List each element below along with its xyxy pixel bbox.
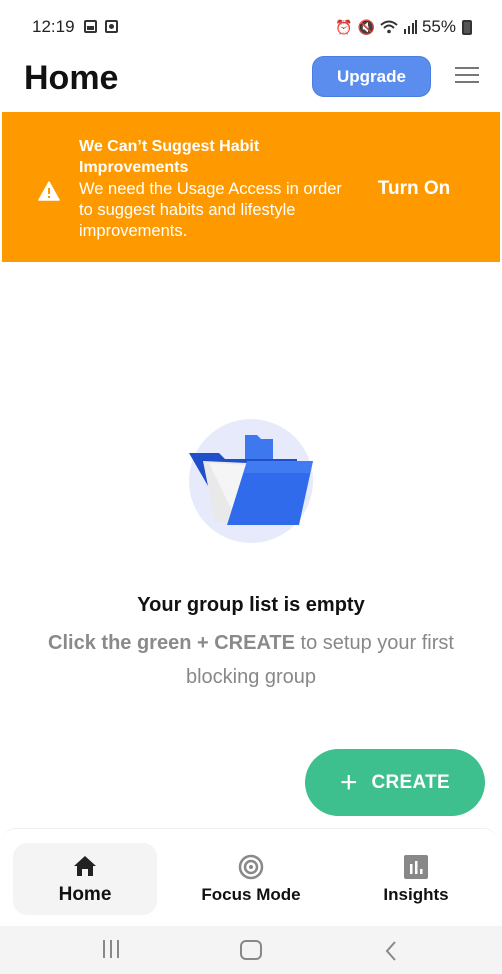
open-folder-icon xyxy=(189,419,313,543)
system-home-button[interactable] xyxy=(240,940,262,960)
home-icon xyxy=(74,855,96,876)
empty-state-title: Your group list is empty xyxy=(137,594,365,616)
status-bar: 12:19 ⏰ 🔇 55% xyxy=(0,0,502,54)
bottom-nav: Home Focus Mode Insights xyxy=(2,828,498,924)
empty-state-hint-bold: Click the green + CREATE xyxy=(48,632,295,654)
wifi-icon xyxy=(380,20,398,34)
nav-tab-focus-mode[interactable]: Focus Mode xyxy=(177,843,325,915)
battery-icon xyxy=(462,19,472,35)
status-notification-icons xyxy=(84,20,118,33)
status-system-icons: ⏰ 🔇 55% xyxy=(335,17,472,37)
signal-icon xyxy=(403,20,417,34)
status-time: 12:19 xyxy=(32,17,75,36)
nav-tab-insights[interactable]: Insights xyxy=(342,843,490,915)
hamburger-menu-icon[interactable] xyxy=(455,67,479,85)
nav-label: Focus Mode xyxy=(201,884,301,904)
warning-icon xyxy=(38,181,60,201)
system-nav-bar xyxy=(0,926,502,974)
create-label: CREATE xyxy=(371,771,451,793)
screen-record-icon xyxy=(105,20,118,33)
recent-apps-button[interactable] xyxy=(103,940,121,958)
bar-chart-icon xyxy=(404,854,428,879)
nav-label: Insights xyxy=(383,884,449,904)
gallery-icon xyxy=(84,20,97,33)
nav-tab-home[interactable]: Home xyxy=(13,843,157,915)
target-icon xyxy=(238,854,264,879)
nav-label: Home xyxy=(58,883,112,905)
usage-access-banner: We Can’t Suggest Habit Improvements We n… xyxy=(2,112,500,262)
turn-on-button[interactable]: Turn On xyxy=(357,174,471,204)
mute-icon: 🔇 xyxy=(357,18,375,35)
create-button[interactable]: + CREATE xyxy=(305,749,485,816)
back-icon[interactable] xyxy=(383,940,399,962)
app-header: Home Upgrade xyxy=(0,54,502,110)
empty-state-hint: Click the green + CREATE to setup your f… xyxy=(20,626,482,694)
banner-body: We need the Usage Access in order to sug… xyxy=(79,180,342,240)
upgrade-button[interactable]: Upgrade xyxy=(312,56,431,97)
plus-icon: + xyxy=(339,765,358,799)
battery-percent: 55% xyxy=(421,17,456,36)
banner-title: We Can’t Suggest Habit Improvements xyxy=(79,138,260,176)
page-title: Home xyxy=(24,59,119,97)
alarm-icon: ⏰ xyxy=(335,18,353,35)
